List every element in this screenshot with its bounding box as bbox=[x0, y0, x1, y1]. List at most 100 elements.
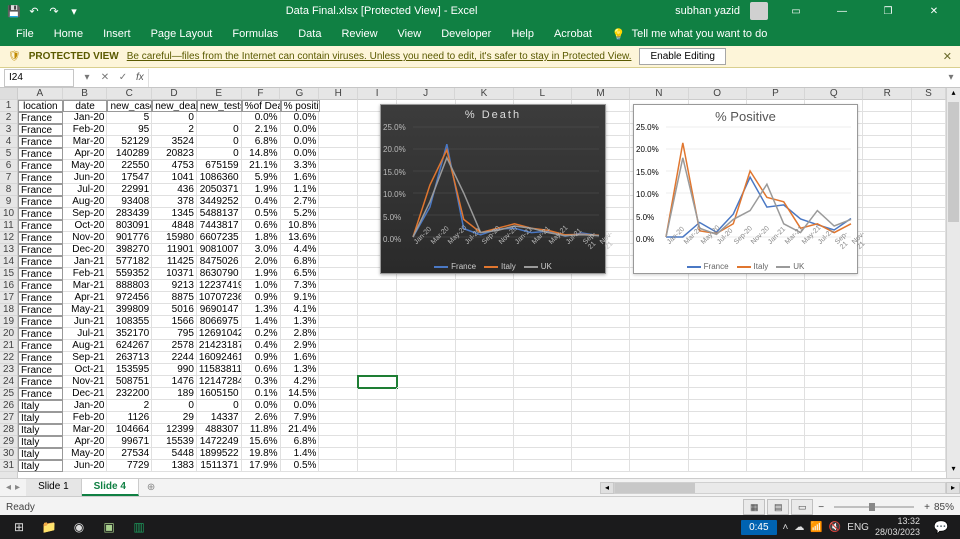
row-header[interactable]: 21 bbox=[0, 340, 17, 352]
vertical-scrollbar[interactable]: ▴ ▾ bbox=[946, 88, 960, 478]
cell[interactable]: France bbox=[18, 244, 63, 256]
cell[interactable]: 0 bbox=[152, 112, 197, 124]
cell[interactable]: France bbox=[18, 124, 63, 136]
row-header[interactable]: 18 bbox=[0, 304, 17, 316]
cell[interactable]: 99671 bbox=[107, 436, 152, 448]
cell[interactable] bbox=[456, 328, 514, 340]
cell[interactable]: Apr-20 bbox=[63, 436, 108, 448]
add-sheet-button[interactable]: ⊕ bbox=[139, 482, 163, 493]
cell[interactable]: 0.5% bbox=[242, 208, 281, 220]
cell[interactable]: 1.0% bbox=[242, 280, 281, 292]
cell[interactable]: 378 bbox=[152, 196, 197, 208]
cell[interactable] bbox=[805, 460, 863, 472]
ribbon-tab-help[interactable]: Help bbox=[501, 22, 544, 46]
column-header[interactable]: O bbox=[689, 88, 747, 100]
zoom-slider[interactable] bbox=[834, 506, 914, 508]
column-header[interactable]: I bbox=[358, 88, 397, 100]
cell[interactable]: Aug-21 bbox=[63, 340, 108, 352]
cell[interactable]: 1605150 bbox=[197, 388, 242, 400]
cell[interactable]: France bbox=[18, 352, 63, 364]
cell[interactable]: Oct-20 bbox=[63, 220, 108, 232]
cell[interactable] bbox=[863, 196, 912, 208]
cell[interactable] bbox=[319, 292, 358, 304]
cell[interactable] bbox=[912, 232, 946, 244]
cell[interactable]: 803091 bbox=[107, 220, 152, 232]
cell[interactable] bbox=[319, 208, 358, 220]
cell[interactable]: Jan-20 bbox=[63, 112, 108, 124]
cell[interactable] bbox=[630, 364, 688, 376]
cell[interactable] bbox=[912, 292, 946, 304]
cell[interactable] bbox=[912, 112, 946, 124]
cell[interactable] bbox=[572, 412, 630, 424]
cell[interactable]: France bbox=[18, 256, 63, 268]
cell[interactable] bbox=[456, 400, 514, 412]
taskbar-timer-badge[interactable]: 0:45 bbox=[741, 520, 776, 535]
cell[interactable]: 13.6% bbox=[281, 232, 320, 244]
cell[interactable] bbox=[863, 148, 912, 160]
row-header[interactable]: 30 bbox=[0, 448, 17, 460]
cell[interactable]: 12399 bbox=[152, 424, 197, 436]
system-tray[interactable]: ˄ ☁ 📶 🔇 ENG bbox=[777, 522, 875, 533]
cell[interactable]: 0 bbox=[197, 148, 242, 160]
cell[interactable]: 0.5% bbox=[281, 460, 320, 472]
cell[interactable] bbox=[630, 304, 688, 316]
row-header[interactable]: 13 bbox=[0, 244, 17, 256]
cell[interactable] bbox=[358, 340, 397, 352]
ribbon-tab-view[interactable]: View bbox=[388, 22, 432, 46]
cell[interactable] bbox=[912, 280, 946, 292]
cell[interactable] bbox=[912, 412, 946, 424]
page-break-view-button[interactable]: ▭ bbox=[791, 499, 813, 515]
cell[interactable]: 624267 bbox=[107, 340, 152, 352]
cell[interactable]: France bbox=[18, 208, 63, 220]
cell[interactable] bbox=[456, 460, 514, 472]
column-header[interactable]: C bbox=[107, 88, 152, 100]
cell[interactable]: 901776 bbox=[107, 232, 152, 244]
cell[interactable]: Nov-21 bbox=[63, 376, 108, 388]
column-header-cell[interactable]: location bbox=[18, 100, 63, 112]
cell[interactable] bbox=[630, 424, 688, 436]
formula-input[interactable] bbox=[148, 69, 942, 87]
cell[interactable]: France bbox=[18, 196, 63, 208]
name-box[interactable]: I24 bbox=[4, 69, 74, 87]
ribbon-tab-developer[interactable]: Developer bbox=[431, 22, 501, 46]
cell[interactable]: 577182 bbox=[107, 256, 152, 268]
cell[interactable] bbox=[863, 448, 912, 460]
column-header[interactable]: Q bbox=[805, 88, 863, 100]
cell[interactable]: France bbox=[18, 112, 63, 124]
cell[interactable] bbox=[514, 340, 572, 352]
cell[interactable]: France bbox=[18, 184, 63, 196]
cell[interactable] bbox=[747, 304, 805, 316]
cell[interactable] bbox=[397, 352, 455, 364]
cell[interactable]: 2 bbox=[152, 124, 197, 136]
cell[interactable] bbox=[689, 400, 747, 412]
cell[interactable]: 0 bbox=[197, 136, 242, 148]
cell[interactable] bbox=[319, 220, 358, 232]
cell[interactable]: 263713 bbox=[107, 352, 152, 364]
zoom-in-button[interactable]: + bbox=[920, 502, 934, 513]
cell[interactable] bbox=[572, 424, 630, 436]
cell[interactable]: 0.0% bbox=[281, 124, 320, 136]
cell[interactable] bbox=[397, 460, 455, 472]
cell[interactable] bbox=[912, 448, 946, 460]
cell[interactable] bbox=[863, 340, 912, 352]
cell[interactable] bbox=[912, 244, 946, 256]
column-header[interactable]: D bbox=[152, 88, 197, 100]
cell[interactable]: France bbox=[18, 136, 63, 148]
cell[interactable]: 1.1% bbox=[281, 184, 320, 196]
cell[interactable] bbox=[319, 172, 358, 184]
cell[interactable]: 0.9% bbox=[242, 352, 281, 364]
cell[interactable] bbox=[358, 388, 397, 400]
row-header[interactable]: 29 bbox=[0, 436, 17, 448]
cell[interactable] bbox=[572, 364, 630, 376]
cell[interactable] bbox=[514, 292, 572, 304]
cell[interactable] bbox=[572, 436, 630, 448]
cell[interactable] bbox=[805, 340, 863, 352]
chart-percent-death[interactable]: % Death Jan-20Mar-20May-20Jul-20Sep-20No… bbox=[380, 104, 606, 274]
cell[interactable] bbox=[689, 376, 747, 388]
cell[interactable] bbox=[805, 316, 863, 328]
cell[interactable] bbox=[514, 316, 572, 328]
tray-cloud-icon[interactable]: ☁ bbox=[794, 522, 804, 533]
cell[interactable]: 1345 bbox=[152, 208, 197, 220]
cell[interactable]: France bbox=[18, 364, 63, 376]
cell[interactable] bbox=[456, 340, 514, 352]
